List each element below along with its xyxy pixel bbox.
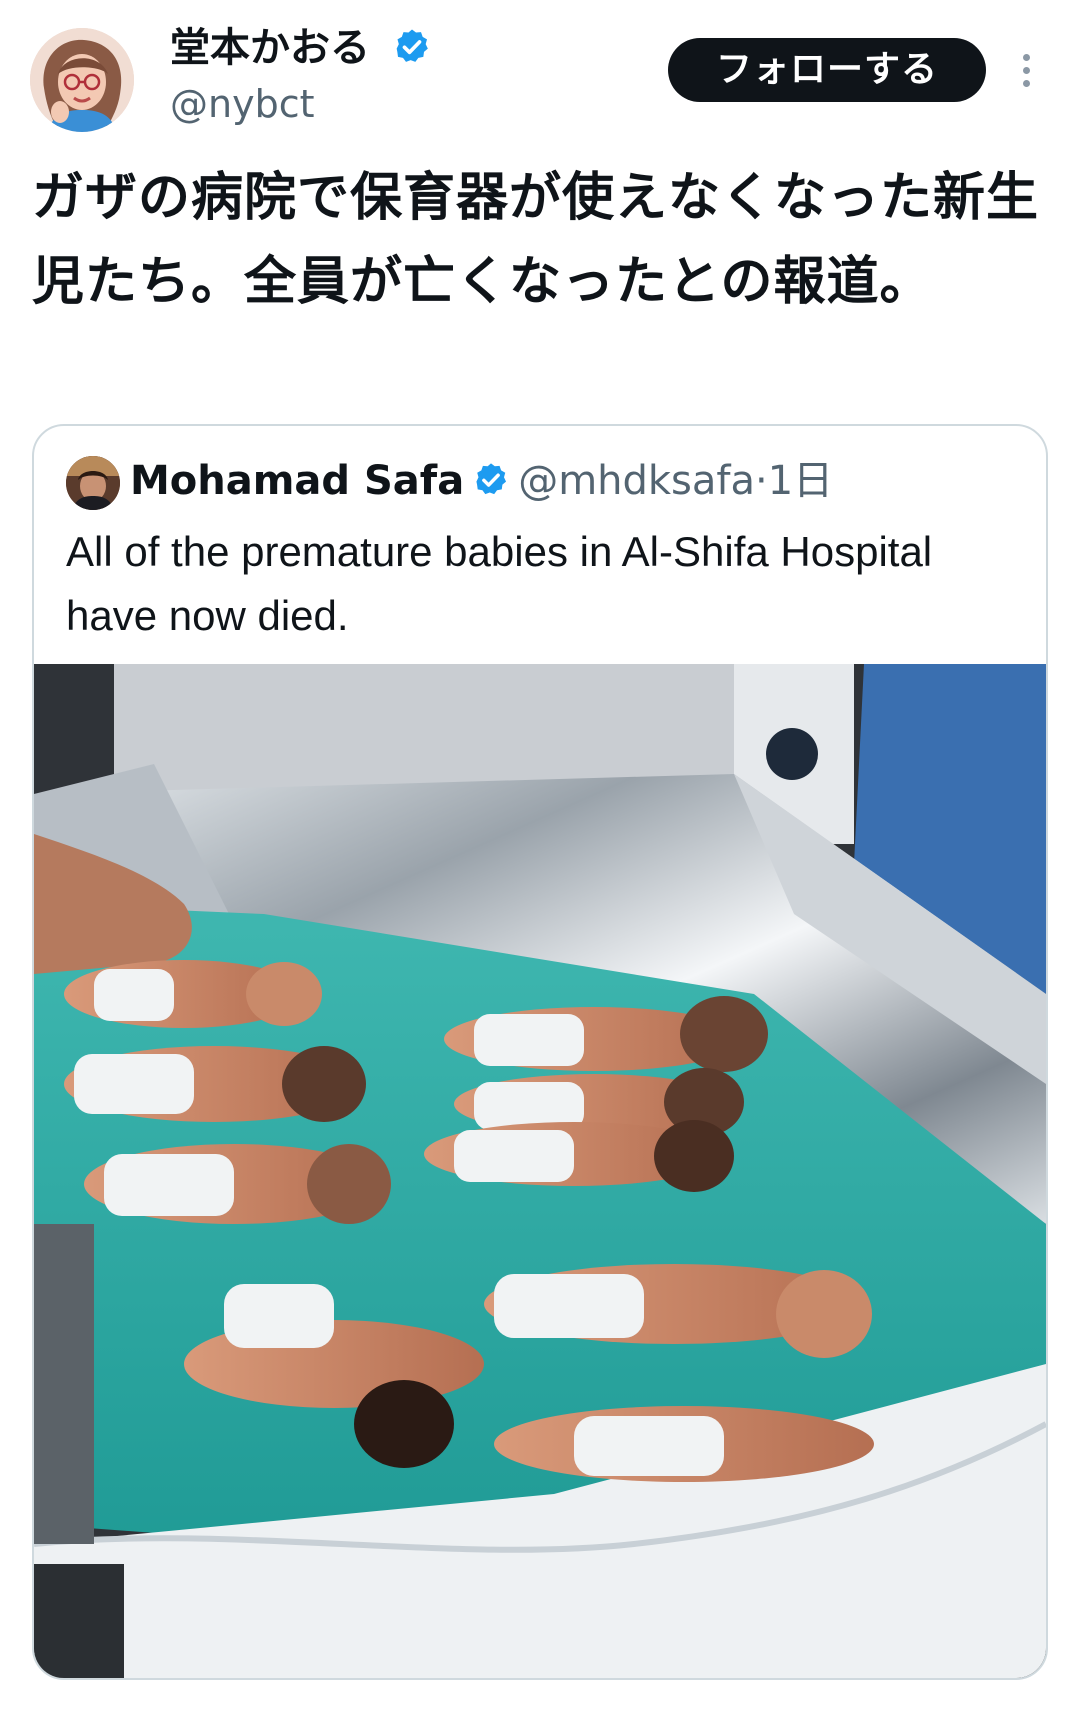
more-options-icon[interactable]	[1006, 42, 1046, 98]
author-display-name[interactable]: 堂本かおる	[170, 25, 370, 71]
quoted-header: Mohamad Safa @mhdksafa·1日	[130, 450, 833, 512]
quoted-media-photo[interactable]	[34, 664, 1046, 1678]
quoted-timestamp[interactable]: 1日	[768, 458, 833, 504]
quoted-body-text: All of the premature babies in Al-Shifa …	[66, 528, 933, 639]
photo-media-icon	[34, 664, 1046, 1678]
more-dot	[1022, 79, 1030, 87]
quoted-avatar-photo-icon	[66, 456, 120, 510]
quoted-author-avatar[interactable]	[66, 456, 120, 510]
more-dot	[1022, 53, 1030, 61]
verified-badge-icon	[396, 29, 428, 62]
author-avatar[interactable]	[30, 28, 134, 132]
author-handle[interactable]: @nybct	[170, 80, 315, 128]
more-dot	[1022, 66, 1030, 74]
tweet-body-text: ガザの病院で保育器が使えなくなった新生児たち。全員が亡くなったとの報道。	[32, 168, 1040, 312]
quoted-verified-badge-icon	[476, 463, 507, 495]
quoted-handle[interactable]: @mhdksafa	[518, 458, 755, 504]
quoted-display-name[interactable]: Mohamad Safa	[130, 458, 464, 504]
quoted-tweet-card[interactable]: Mohamad Safa @mhdksafa·1日 All of the pre…	[32, 424, 1048, 1680]
author-name-row[interactable]: 堂本かおる	[170, 22, 432, 74]
follow-button[interactable]: フォローする	[668, 38, 986, 102]
quoted-separator: ·	[755, 458, 768, 504]
tweet-header: 堂本かおる @nybct フォローする	[0, 0, 1080, 150]
avatar-illustration-icon	[30, 28, 134, 132]
